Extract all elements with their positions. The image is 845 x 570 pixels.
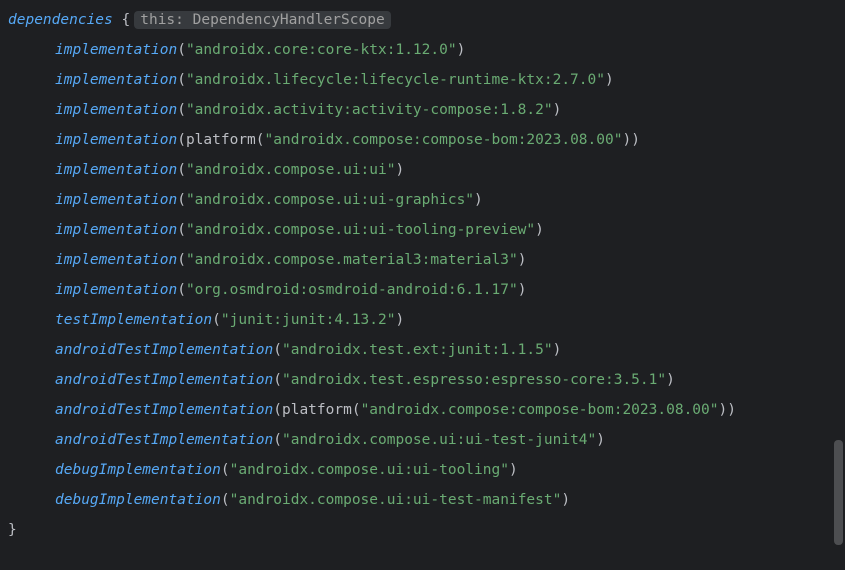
code-line: implementation("androidx.compose.ui:ui") <box>8 155 845 185</box>
wrapper-call: platform <box>282 402 352 418</box>
code-line: androidTestImplementation(platform("andr… <box>8 395 845 425</box>
string-literal: "junit:junit:4.13.2" <box>221 312 396 328</box>
type-hint-this: this: <box>140 12 184 28</box>
paren-close: ) <box>718 402 727 418</box>
paren-close: ) <box>561 492 570 508</box>
paren-close: ) <box>474 192 483 208</box>
string-literal: "androidx.compose.ui:ui-test-manifest" <box>230 492 562 508</box>
string-literal: "androidx.compose.material3:material3" <box>186 252 518 268</box>
block-header: dependencies {this: DependencyHandlerSco… <box>8 5 845 35</box>
paren-open: ( <box>352 402 361 418</box>
scrollbar-thumb[interactable] <box>834 440 843 545</box>
code-line: implementation("org.osmdroid:osmdroid-an… <box>8 275 845 305</box>
code-line: implementation("androidx.lifecycle:lifec… <box>8 65 845 95</box>
code-line: androidTestImplementation("androidx.test… <box>8 365 845 395</box>
function-call: androidTestImplementation <box>55 432 273 448</box>
paren-open: ( <box>177 162 186 178</box>
paren-open: ( <box>273 402 282 418</box>
string-literal: "androidx.lifecycle:lifecycle-runtime-kt… <box>186 72 605 88</box>
paren-close: ) <box>631 132 640 148</box>
paren-open: ( <box>273 342 282 358</box>
paren-close: ) <box>605 72 614 88</box>
paren-open: ( <box>177 282 186 298</box>
type-hint: this: DependencyHandlerScope <box>134 11 390 29</box>
paren-close: ) <box>622 132 631 148</box>
code-line: testImplementation("junit:junit:4.13.2") <box>8 305 845 335</box>
paren-close: ) <box>518 282 527 298</box>
function-call: implementation <box>55 192 177 208</box>
function-call: androidTestImplementation <box>55 372 273 388</box>
string-literal: "androidx.activity:activity-compose:1.8.… <box>186 102 553 118</box>
code-line: androidTestImplementation("androidx.comp… <box>8 425 845 455</box>
function-call: implementation <box>55 282 177 298</box>
string-literal: "androidx.compose:compose-bom:2023.08.00… <box>361 402 719 418</box>
string-literal: "androidx.compose.ui:ui-graphics" <box>186 192 474 208</box>
paren-close: ) <box>666 372 675 388</box>
function-call: implementation <box>55 72 177 88</box>
string-literal: "androidx.compose.ui:ui-tooling" <box>230 462 509 478</box>
paren-close: ) <box>727 402 736 418</box>
paren-open: ( <box>221 462 230 478</box>
function-call: debugImplementation <box>55 492 221 508</box>
code-line: implementation("androidx.core:core-ktx:1… <box>8 35 845 65</box>
code-editor[interactable]: dependencies {this: DependencyHandlerSco… <box>8 5 845 545</box>
function-call: implementation <box>55 162 177 178</box>
code-line: implementation("androidx.compose.ui:ui-t… <box>8 215 845 245</box>
paren-open: ( <box>212 312 221 328</box>
brace-open: { <box>122 12 131 28</box>
paren-close: ) <box>509 462 518 478</box>
paren-open: ( <box>177 252 186 268</box>
block-footer: } <box>8 515 845 545</box>
string-literal: "androidx.compose:compose-bom:2023.08.00… <box>265 132 623 148</box>
paren-open: ( <box>256 132 265 148</box>
paren-open: ( <box>177 102 186 118</box>
code-line: debugImplementation("androidx.compose.ui… <box>8 485 845 515</box>
code-line: implementation("androidx.compose.ui:ui-g… <box>8 185 845 215</box>
string-literal: "org.osmdroid:osmdroid-android:6.1.17" <box>186 282 518 298</box>
paren-open: ( <box>177 222 186 238</box>
function-call: implementation <box>55 252 177 268</box>
type-hint-type: DependencyHandlerScope <box>193 12 385 28</box>
paren-open: ( <box>273 372 282 388</box>
wrapper-call: platform <box>186 132 256 148</box>
paren-open: ( <box>177 72 186 88</box>
function-call: debugImplementation <box>55 462 221 478</box>
paren-open: ( <box>177 42 186 58</box>
paren-close: ) <box>553 342 562 358</box>
code-line: implementation("androidx.compose.materia… <box>8 245 845 275</box>
paren-close: ) <box>395 162 404 178</box>
paren-close: ) <box>535 222 544 238</box>
paren-open: ( <box>177 132 186 148</box>
paren-close: ) <box>518 252 527 268</box>
paren-open: ( <box>177 192 186 208</box>
string-literal: "androidx.test.espresso:espresso-core:3.… <box>282 372 666 388</box>
code-line: implementation(platform("androidx.compos… <box>8 125 845 155</box>
function-call: androidTestImplementation <box>55 402 273 418</box>
string-literal: "androidx.compose.ui:ui-test-junit4" <box>282 432 596 448</box>
paren-close: ) <box>553 102 562 118</box>
string-literal: "androidx.compose.ui:ui-tooling-preview" <box>186 222 535 238</box>
string-literal: "androidx.compose.ui:ui" <box>186 162 396 178</box>
function-call: implementation <box>55 102 177 118</box>
function-call: implementation <box>55 222 177 238</box>
code-line: implementation("androidx.activity:activi… <box>8 95 845 125</box>
paren-close: ) <box>457 42 466 58</box>
function-call: implementation <box>55 132 177 148</box>
code-line: androidTestImplementation("androidx.test… <box>8 335 845 365</box>
string-literal: "androidx.core:core-ktx:1.12.0" <box>186 42 457 58</box>
paren-close: ) <box>395 312 404 328</box>
brace-close: } <box>8 522 17 538</box>
function-call: implementation <box>55 42 177 58</box>
paren-close: ) <box>596 432 605 448</box>
code-line: debugImplementation("androidx.compose.ui… <box>8 455 845 485</box>
paren-open: ( <box>273 432 282 448</box>
function-call: androidTestImplementation <box>55 342 273 358</box>
function-call: testImplementation <box>55 312 212 328</box>
block-name: dependencies <box>8 12 113 28</box>
string-literal: "androidx.test.ext:junit:1.1.5" <box>282 342 553 358</box>
paren-open: ( <box>221 492 230 508</box>
